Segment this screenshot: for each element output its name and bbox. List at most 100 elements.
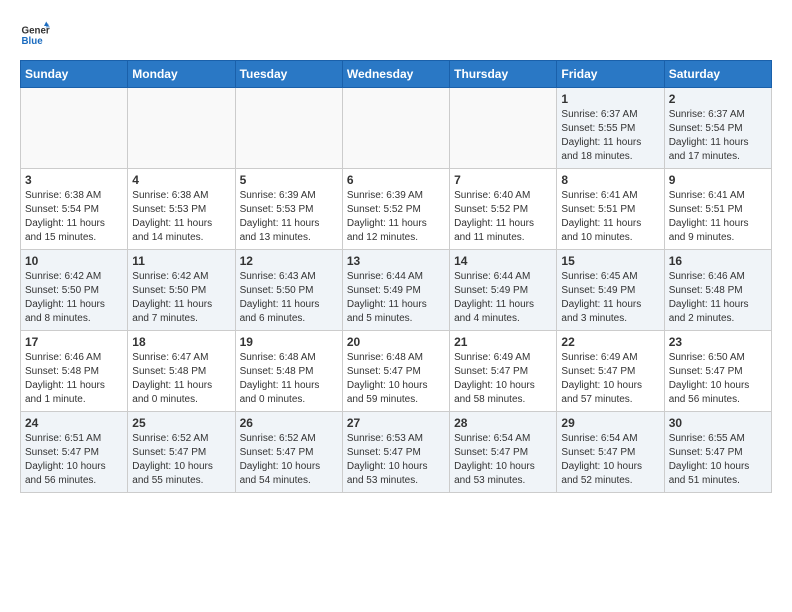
day-info: Sunrise: 6:43 AM Sunset: 5:50 PM Dayligh… <box>240 270 338 326</box>
day-info: Sunrise: 6:48 AM Sunset: 5:47 PM Dayligh… <box>347 351 445 407</box>
day-number: 20 <box>347 335 445 349</box>
calendar-cell: 20 Sunrise: 6:48 AM Sunset: 5:47 PM Dayli… <box>342 331 449 412</box>
calendar-cell: 27Sunrise: 6:53 AM Sunset: 5:47 PM Dayli… <box>342 412 449 493</box>
calendar-cell: 1 Sunrise: 6:37 AM Sunset: 5:55 PM Daylig… <box>557 88 664 169</box>
day-info: Sunrise: 6:42 AM Sunset: 5:50 PM Dayligh… <box>132 270 230 326</box>
calendar-cell: 21 Sunrise: 6:49 AM Sunset: 5:47 PM Dayli… <box>450 331 557 412</box>
day-number: 9 <box>669 173 767 187</box>
day-number: 21 <box>454 335 552 349</box>
day-info: Sunrise: 6:38 AM Sunset: 5:54 PM Dayligh… <box>25 189 123 245</box>
calendar-table: SundayMondayTuesdayWednesdayThursdayFrid… <box>20 60 772 493</box>
week-row-2: 3 Sunrise: 6:38 AM Sunset: 5:54 PM Daylig… <box>21 169 772 250</box>
day-number: 18 <box>132 335 230 349</box>
calendar-cell: 23 Sunrise: 6:50 AM Sunset: 5:47 PM Dayli… <box>664 331 771 412</box>
day-info: Sunrise: 6:44 AM Sunset: 5:49 PM Dayligh… <box>454 270 552 326</box>
day-number: 28 <box>454 416 552 430</box>
calendar-cell: 9 Sunrise: 6:41 AM Sunset: 5:51 PM Daylig… <box>664 169 771 250</box>
calendar-cell: 29 Sunrise: 6:54 AM Sunset: 5:47 PM Dayli… <box>557 412 664 493</box>
day-info: Sunrise: 6:47 AM Sunset: 5:48 PM Dayligh… <box>132 351 230 407</box>
day-number: 15 <box>561 254 659 268</box>
day-info: Sunrise: 6:51 AM Sunset: 5:47 PM Dayligh… <box>25 432 123 488</box>
day-number: 7 <box>454 173 552 187</box>
svg-text:Blue: Blue <box>22 36 44 47</box>
day-number: 10 <box>25 254 123 268</box>
week-row-4: 17 Sunrise: 6:46 AM Sunset: 5:48 PM Dayli… <box>21 331 772 412</box>
calendar-cell: 16 Sunrise: 6:46 AM Sunset: 5:48 PM Dayli… <box>664 250 771 331</box>
calendar-cell: 18 Sunrise: 6:47 AM Sunset: 5:48 PM Dayli… <box>128 331 235 412</box>
day-number: 22 <box>561 335 659 349</box>
day-info: Sunrise: 6:55 AM Sunset: 5:47 PM Dayligh… <box>669 432 767 488</box>
day-info: Sunrise: 6:46 AM Sunset: 5:48 PM Dayligh… <box>669 270 767 326</box>
calendar-cell: 30 Sunrise: 6:55 AM Sunset: 5:47 PM Dayli… <box>664 412 771 493</box>
day-info: Sunrise: 6:50 AM Sunset: 5:47 PM Dayligh… <box>669 351 767 407</box>
day-info: Sunrise: 6:37 AM Sunset: 5:55 PM Dayligh… <box>561 108 659 164</box>
header-day-thursday: Thursday <box>450 61 557 88</box>
day-info: Sunrise: 6:38 AM Sunset: 5:53 PM Dayligh… <box>132 189 230 245</box>
calendar-cell: 24 Sunrise: 6:51 AM Sunset: 5:47 PM Dayli… <box>21 412 128 493</box>
calendar-cell: 17 Sunrise: 6:46 AM Sunset: 5:48 PM Dayli… <box>21 331 128 412</box>
day-info: Sunrise: 6:54 AM Sunset: 5:47 PM Dayligh… <box>454 432 552 488</box>
day-number: 27 <box>347 416 445 430</box>
day-number: 19 <box>240 335 338 349</box>
calendar-cell: 12 Sunrise: 6:43 AM Sunset: 5:50 PM Dayli… <box>235 250 342 331</box>
day-info: Sunrise: 6:54 AM Sunset: 5:47 PM Dayligh… <box>561 432 659 488</box>
day-info: Sunrise: 6:44 AM Sunset: 5:49 PM Dayligh… <box>347 270 445 326</box>
day-number: 30 <box>669 416 767 430</box>
calendar-cell: 4 Sunrise: 6:38 AM Sunset: 5:53 PM Daylig… <box>128 169 235 250</box>
day-number: 24 <box>25 416 123 430</box>
calendar-cell: 13 Sunrise: 6:44 AM Sunset: 5:49 PM Dayli… <box>342 250 449 331</box>
day-info: Sunrise: 6:45 AM Sunset: 5:49 PM Dayligh… <box>561 270 659 326</box>
day-info: Sunrise: 6:37 AM Sunset: 5:54 PM Dayligh… <box>669 108 767 164</box>
day-number: 23 <box>669 335 767 349</box>
calendar-cell: 5 Sunrise: 6:39 AM Sunset: 5:53 PM Daylig… <box>235 169 342 250</box>
day-number: 11 <box>132 254 230 268</box>
calendar-cell <box>128 88 235 169</box>
calendar-cell <box>235 88 342 169</box>
day-number: 4 <box>132 173 230 187</box>
day-number: 17 <box>25 335 123 349</box>
calendar-cell: 3 Sunrise: 6:38 AM Sunset: 5:54 PM Daylig… <box>21 169 128 250</box>
calendar-cell: 2Sunrise: 6:37 AM Sunset: 5:54 PM Daylig… <box>664 88 771 169</box>
calendar-cell: 7 Sunrise: 6:40 AM Sunset: 5:52 PM Daylig… <box>450 169 557 250</box>
header-day-saturday: Saturday <box>664 61 771 88</box>
day-info: Sunrise: 6:49 AM Sunset: 5:47 PM Dayligh… <box>454 351 552 407</box>
day-number: 14 <box>454 254 552 268</box>
day-number: 12 <box>240 254 338 268</box>
week-row-5: 24 Sunrise: 6:51 AM Sunset: 5:47 PM Dayli… <box>21 412 772 493</box>
day-number: 5 <box>240 173 338 187</box>
day-number: 16 <box>669 254 767 268</box>
day-info: Sunrise: 6:39 AM Sunset: 5:52 PM Dayligh… <box>347 189 445 245</box>
calendar-cell: 10 Sunrise: 6:42 AM Sunset: 5:50 PM Dayli… <box>21 250 128 331</box>
day-number: 6 <box>347 173 445 187</box>
calendar-cell <box>342 88 449 169</box>
header-day-friday: Friday <box>557 61 664 88</box>
day-info: Sunrise: 6:40 AM Sunset: 5:52 PM Dayligh… <box>454 189 552 245</box>
logo-icon: General Blue <box>20 20 50 50</box>
calendar-cell <box>450 88 557 169</box>
logo: General Blue <box>20 20 50 50</box>
calendar-cell: 11 Sunrise: 6:42 AM Sunset: 5:50 PM Dayli… <box>128 250 235 331</box>
calendar-cell: 26Sunrise: 6:52 AM Sunset: 5:47 PM Dayli… <box>235 412 342 493</box>
header-row: SundayMondayTuesdayWednesdayThursdayFrid… <box>21 61 772 88</box>
day-info: Sunrise: 6:42 AM Sunset: 5:50 PM Dayligh… <box>25 270 123 326</box>
day-number: 29 <box>561 416 659 430</box>
calendar-cell <box>21 88 128 169</box>
calendar-cell: 8Sunrise: 6:41 AM Sunset: 5:51 PM Daylig… <box>557 169 664 250</box>
calendar-cell: 6 Sunrise: 6:39 AM Sunset: 5:52 PM Daylig… <box>342 169 449 250</box>
day-number: 26 <box>240 416 338 430</box>
day-number: 13 <box>347 254 445 268</box>
day-number: 3 <box>25 173 123 187</box>
day-info: Sunrise: 6:41 AM Sunset: 5:51 PM Dayligh… <box>669 189 767 245</box>
header: General Blue <box>20 20 772 50</box>
day-info: Sunrise: 6:39 AM Sunset: 5:53 PM Dayligh… <box>240 189 338 245</box>
day-info: Sunrise: 6:49 AM Sunset: 5:47 PM Dayligh… <box>561 351 659 407</box>
day-number: 25 <box>132 416 230 430</box>
week-row-3: 10 Sunrise: 6:42 AM Sunset: 5:50 PM Dayli… <box>21 250 772 331</box>
day-number: 1 <box>561 92 659 106</box>
day-info: Sunrise: 6:48 AM Sunset: 5:48 PM Dayligh… <box>240 351 338 407</box>
day-info: Sunrise: 6:52 AM Sunset: 5:47 PM Dayligh… <box>132 432 230 488</box>
week-row-1: 1 Sunrise: 6:37 AM Sunset: 5:55 PM Daylig… <box>21 88 772 169</box>
day-info: Sunrise: 6:46 AM Sunset: 5:48 PM Dayligh… <box>25 351 123 407</box>
header-day-tuesday: Tuesday <box>235 61 342 88</box>
header-day-wednesday: Wednesday <box>342 61 449 88</box>
